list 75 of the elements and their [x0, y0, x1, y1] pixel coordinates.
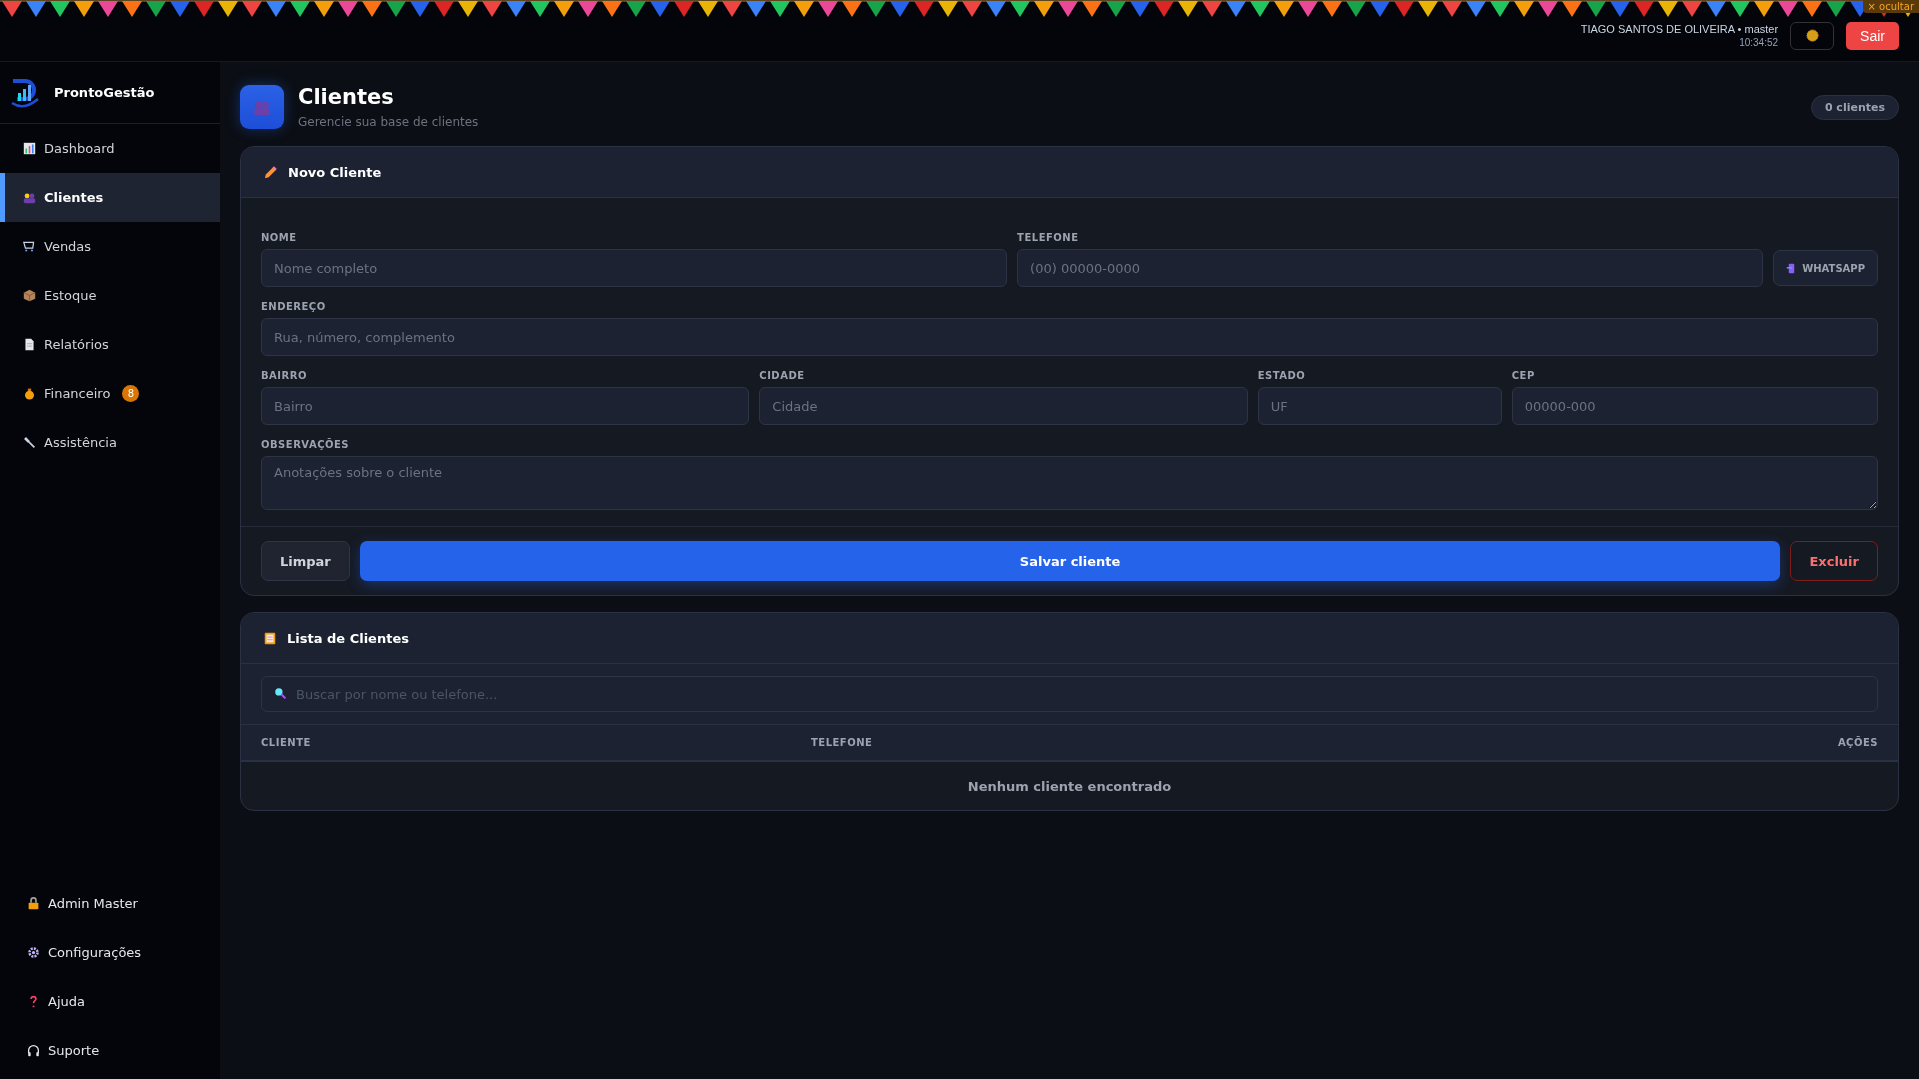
theme-button[interactable] [1790, 21, 1835, 50]
column-header: TELEFONE [811, 737, 873, 748]
count-pill: 0 clientes [1810, 94, 1899, 120]
nav-item[interactable]: Admin Master [0, 879, 220, 928]
search-icon [274, 687, 287, 700]
nav-item[interactable]: Ajuda [0, 977, 220, 1026]
page-subtitle: Gerencie sua base de clientes [298, 115, 480, 129]
nav-label: Suporte [48, 1043, 100, 1058]
whatsapp-button[interactable]: WHATSAPP [1773, 250, 1878, 286]
headphones-icon [27, 1044, 40, 1057]
clear-button[interactable]: Limpar [261, 541, 350, 581]
delete-button[interactable]: Excluir [1790, 541, 1878, 581]
nav-item[interactable]: Suporte [0, 1026, 220, 1075]
input-field[interactable]: Rua, número, complemento [261, 318, 1878, 356]
input-field[interactable]: Nome completo [261, 249, 1008, 287]
field-label: CIDADE [759, 370, 806, 381]
save-button[interactable]: Salvar cliente [359, 541, 1781, 581]
column-header: CLIENTE [261, 737, 311, 748]
cart-icon [23, 240, 36, 253]
field-label: NOME [261, 232, 298, 243]
nav-item[interactable]: Relatórios [0, 320, 220, 369]
card-title: Novo Cliente [288, 164, 382, 180]
nav-item[interactable]: Estoque [0, 271, 220, 320]
count-badge: 8 [122, 385, 140, 402]
nav-item[interactable]: Assistência [0, 418, 220, 467]
column-header: AÇÕES [1837, 737, 1878, 748]
nav-label: Assistência [44, 435, 117, 450]
money-bag-icon [23, 387, 36, 400]
settings-icon [27, 946, 40, 959]
nav-item[interactable]: Vendas [0, 222, 220, 271]
sun-icon [1804, 28, 1820, 43]
bar-chart-icon [23, 142, 36, 155]
field-label: BAIRRO [261, 370, 308, 381]
page-title: Clientes [298, 85, 395, 109]
nav-label: Relatórios [44, 337, 109, 352]
logout-button[interactable]: Sair [1846, 21, 1899, 50]
nav-label: Vendas [44, 239, 92, 254]
wrench-icon [23, 436, 36, 449]
document-icon [23, 338, 36, 351]
field-label: OBSERVAÇÕES [261, 439, 351, 450]
notes-field[interactable]: Anotações sobre o cliente [261, 456, 1878, 510]
clipboard-icon [263, 631, 277, 645]
nav-item[interactable]: Financeiro 8 [0, 369, 220, 418]
nav-label: Estoque [44, 288, 97, 303]
field-label: ENDEREÇO [261, 301, 327, 312]
logo-icon [10, 76, 40, 109]
box-icon [23, 289, 36, 302]
nav-label: Configurações [48, 945, 142, 960]
people-icon [253, 98, 271, 116]
nav-label: Ajuda [48, 994, 85, 1009]
field-label: TELEFONE [1017, 232, 1080, 243]
input-field[interactable]: UF [1257, 387, 1502, 425]
input-field[interactable]: Cidade [759, 387, 1248, 425]
people-icon [23, 191, 36, 204]
nav-item[interactable]: Configurações [0, 928, 220, 977]
empty-message: Nenhum cliente encontrado [967, 778, 1172, 794]
input-field[interactable]: 00000-000 [1511, 387, 1878, 425]
brand-name: ProntoGestão [54, 85, 155, 100]
lock-icon [27, 897, 40, 910]
hide-tag[interactable]: × ocultar [1862, 0, 1919, 13]
nav-label: Admin Master [48, 896, 138, 911]
input-field[interactable]: Bairro [261, 387, 750, 425]
pencil-icon [263, 164, 278, 180]
field-label: CEP [1511, 370, 1536, 381]
card-title: Lista de Clientes [287, 630, 409, 646]
nav-label: Financeiro [44, 386, 111, 401]
question-icon [27, 995, 40, 1008]
nav-item[interactable]: Clientes [0, 173, 220, 222]
clock: 10:34:52 [1739, 37, 1779, 48]
nav-label: Clientes [44, 190, 104, 205]
nav-item[interactable]: Dashboard [0, 124, 220, 173]
nav-label: Dashboard [44, 141, 115, 156]
user-name: TIAGO SANTOS DE OLIVEIRA • master [1580, 23, 1779, 35]
field-label: ESTADO [1257, 370, 1307, 381]
input-field[interactable]: (00) 00000-0000 [1017, 249, 1764, 287]
